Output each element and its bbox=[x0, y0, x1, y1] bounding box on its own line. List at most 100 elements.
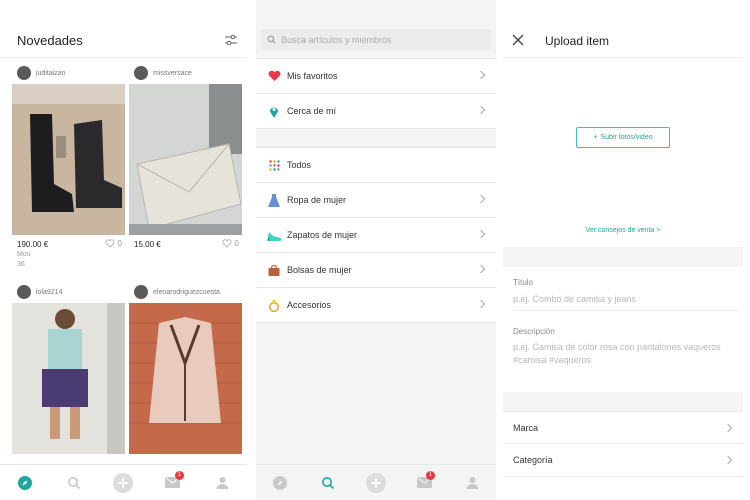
categories-list: Todos Ropa de mujer Zapatos de mujer Bol… bbox=[256, 147, 496, 323]
dress-icon bbox=[267, 193, 281, 207]
username: elenarodriguezcuesta bbox=[153, 288, 220, 296]
divider bbox=[513, 310, 738, 311]
notification-badge: 1 bbox=[426, 470, 435, 480]
title-input[interactable] bbox=[513, 292, 738, 306]
tab-sell[interactable] bbox=[363, 470, 389, 496]
search-icon bbox=[322, 476, 335, 489]
chevron-right-icon bbox=[723, 455, 733, 465]
heart-outline-icon bbox=[105, 239, 115, 248]
feed-panel: Novedades juditaizan 190.00 € 0 Mou 36 m… bbox=[0, 0, 247, 500]
upload-header: Upload item bbox=[503, 22, 743, 58]
chevron-right-icon bbox=[476, 299, 486, 309]
page-title: Upload item bbox=[545, 34, 610, 48]
heel-shoe-icon bbox=[267, 228, 281, 242]
like-button[interactable]: 0 bbox=[105, 239, 122, 248]
tab-profile[interactable] bbox=[459, 470, 485, 496]
tab-explore[interactable] bbox=[267, 470, 293, 496]
browse-panel: Mis favoritos Cerca de mí Todos bbox=[256, 0, 496, 500]
menu-item-label: Todos bbox=[287, 160, 312, 170]
item-photo[interactable] bbox=[12, 84, 125, 235]
item-price: 15.00 € bbox=[134, 240, 161, 249]
like-count: 0 bbox=[117, 239, 122, 248]
upload-photos-button[interactable]: + Subir fotos/video bbox=[576, 127, 670, 148]
filter-icon[interactable] bbox=[223, 32, 239, 48]
search-bar[interactable] bbox=[261, 29, 491, 50]
plus-circle-icon bbox=[113, 472, 134, 493]
compass-icon bbox=[273, 475, 287, 490]
menu-item-favorites[interactable]: Mis favoritos bbox=[256, 59, 496, 94]
menu-item-label: Ropa de mujer bbox=[287, 195, 347, 205]
tab-search[interactable] bbox=[315, 470, 341, 496]
selling-tips-link[interactable]: Ver consejos de venta > bbox=[503, 227, 743, 234]
heart-icon bbox=[267, 69, 281, 83]
tab-search[interactable] bbox=[61, 470, 87, 496]
heart-outline-icon bbox=[222, 239, 232, 248]
category-row[interactable]: Categoría bbox=[503, 444, 743, 477]
tab-bar: 1 bbox=[256, 464, 496, 500]
card-user[interactable]: elenarodriguezcuesta bbox=[134, 282, 220, 302]
title-label: Título bbox=[513, 278, 534, 287]
menu-item-nearby[interactable]: Cerca de mí bbox=[256, 94, 496, 129]
username: lola9214 bbox=[36, 288, 63, 296]
menu-item-accessories[interactable]: Accesorios bbox=[256, 288, 496, 323]
plus-icon: + bbox=[593, 134, 598, 141]
tab-profile[interactable] bbox=[209, 470, 235, 496]
tab-inbox[interactable]: 1 bbox=[160, 470, 186, 496]
category-label: Categoría bbox=[513, 455, 553, 465]
chevron-right-icon bbox=[723, 423, 733, 433]
description-input[interactable] bbox=[513, 341, 738, 371]
tab-inbox[interactable]: 1 bbox=[411, 470, 437, 496]
avatar bbox=[134, 285, 148, 299]
compass-icon bbox=[17, 475, 32, 490]
feed-header: Novedades bbox=[0, 22, 247, 58]
close-icon[interactable] bbox=[512, 34, 524, 46]
section-divider bbox=[503, 392, 743, 412]
menu-item-all[interactable]: Todos bbox=[256, 148, 496, 183]
username: juditaizan bbox=[36, 69, 66, 77]
search-input[interactable] bbox=[281, 34, 481, 45]
handbag-icon bbox=[267, 263, 281, 277]
chevron-right-icon bbox=[476, 229, 486, 239]
menu-item-label: Cerca de mí bbox=[287, 106, 337, 116]
shortcuts-list: Mis favoritos Cerca de mí bbox=[256, 58, 496, 129]
item-photo[interactable] bbox=[129, 303, 242, 454]
card-user[interactable]: missversace bbox=[134, 63, 192, 83]
upload-panel: Upload item + Subir fotos/video Ver cons… bbox=[503, 0, 743, 500]
avatar bbox=[17, 285, 31, 299]
username: missversace bbox=[153, 69, 192, 77]
card-user[interactable]: lola9214 bbox=[17, 282, 62, 302]
item-photo[interactable] bbox=[12, 303, 125, 454]
item-meta: 36 bbox=[17, 261, 25, 268]
tab-explore[interactable] bbox=[12, 470, 38, 496]
tab-bar: 1 bbox=[0, 464, 247, 500]
chevron-right-icon bbox=[476, 264, 486, 274]
item-photo[interactable] bbox=[129, 84, 242, 235]
card-user[interactable]: juditaizan bbox=[17, 63, 66, 83]
grid-dots-icon bbox=[267, 158, 281, 172]
description-label: Descripción bbox=[513, 327, 555, 336]
like-count: 0 bbox=[234, 239, 239, 248]
menu-item-label: Accesorios bbox=[287, 300, 332, 310]
menu-item-womens-shoes[interactable]: Zapatos de mujer bbox=[256, 218, 496, 253]
menu-item-label: Mis favoritos bbox=[287, 71, 338, 81]
upload-button-label: Subir fotos/video bbox=[600, 134, 653, 141]
menu-item-label: Bolsas de mujer bbox=[287, 265, 352, 275]
menu-item-womens-bags[interactable]: Bolsas de mujer bbox=[256, 253, 496, 288]
chevron-right-icon bbox=[476, 70, 486, 80]
user-icon bbox=[216, 477, 229, 489]
item-price: 190.00 € bbox=[17, 240, 49, 249]
chevron-right-icon bbox=[476, 194, 486, 204]
section-divider bbox=[503, 247, 743, 267]
brand-row[interactable]: Marca bbox=[503, 411, 743, 444]
brand-label: Marca bbox=[513, 423, 539, 433]
tab-sell[interactable] bbox=[110, 470, 136, 496]
like-button[interactable]: 0 bbox=[222, 239, 239, 248]
item-size: Mou bbox=[17, 251, 31, 258]
user-icon bbox=[466, 477, 478, 489]
chevron-right-icon bbox=[476, 105, 486, 115]
ring-icon bbox=[267, 298, 281, 312]
menu-item-womens-clothing[interactable]: Ropa de mujer bbox=[256, 183, 496, 218]
search-icon bbox=[68, 476, 81, 489]
menu-item-label: Zapatos de mujer bbox=[287, 230, 358, 240]
location-pin-icon bbox=[267, 104, 281, 118]
